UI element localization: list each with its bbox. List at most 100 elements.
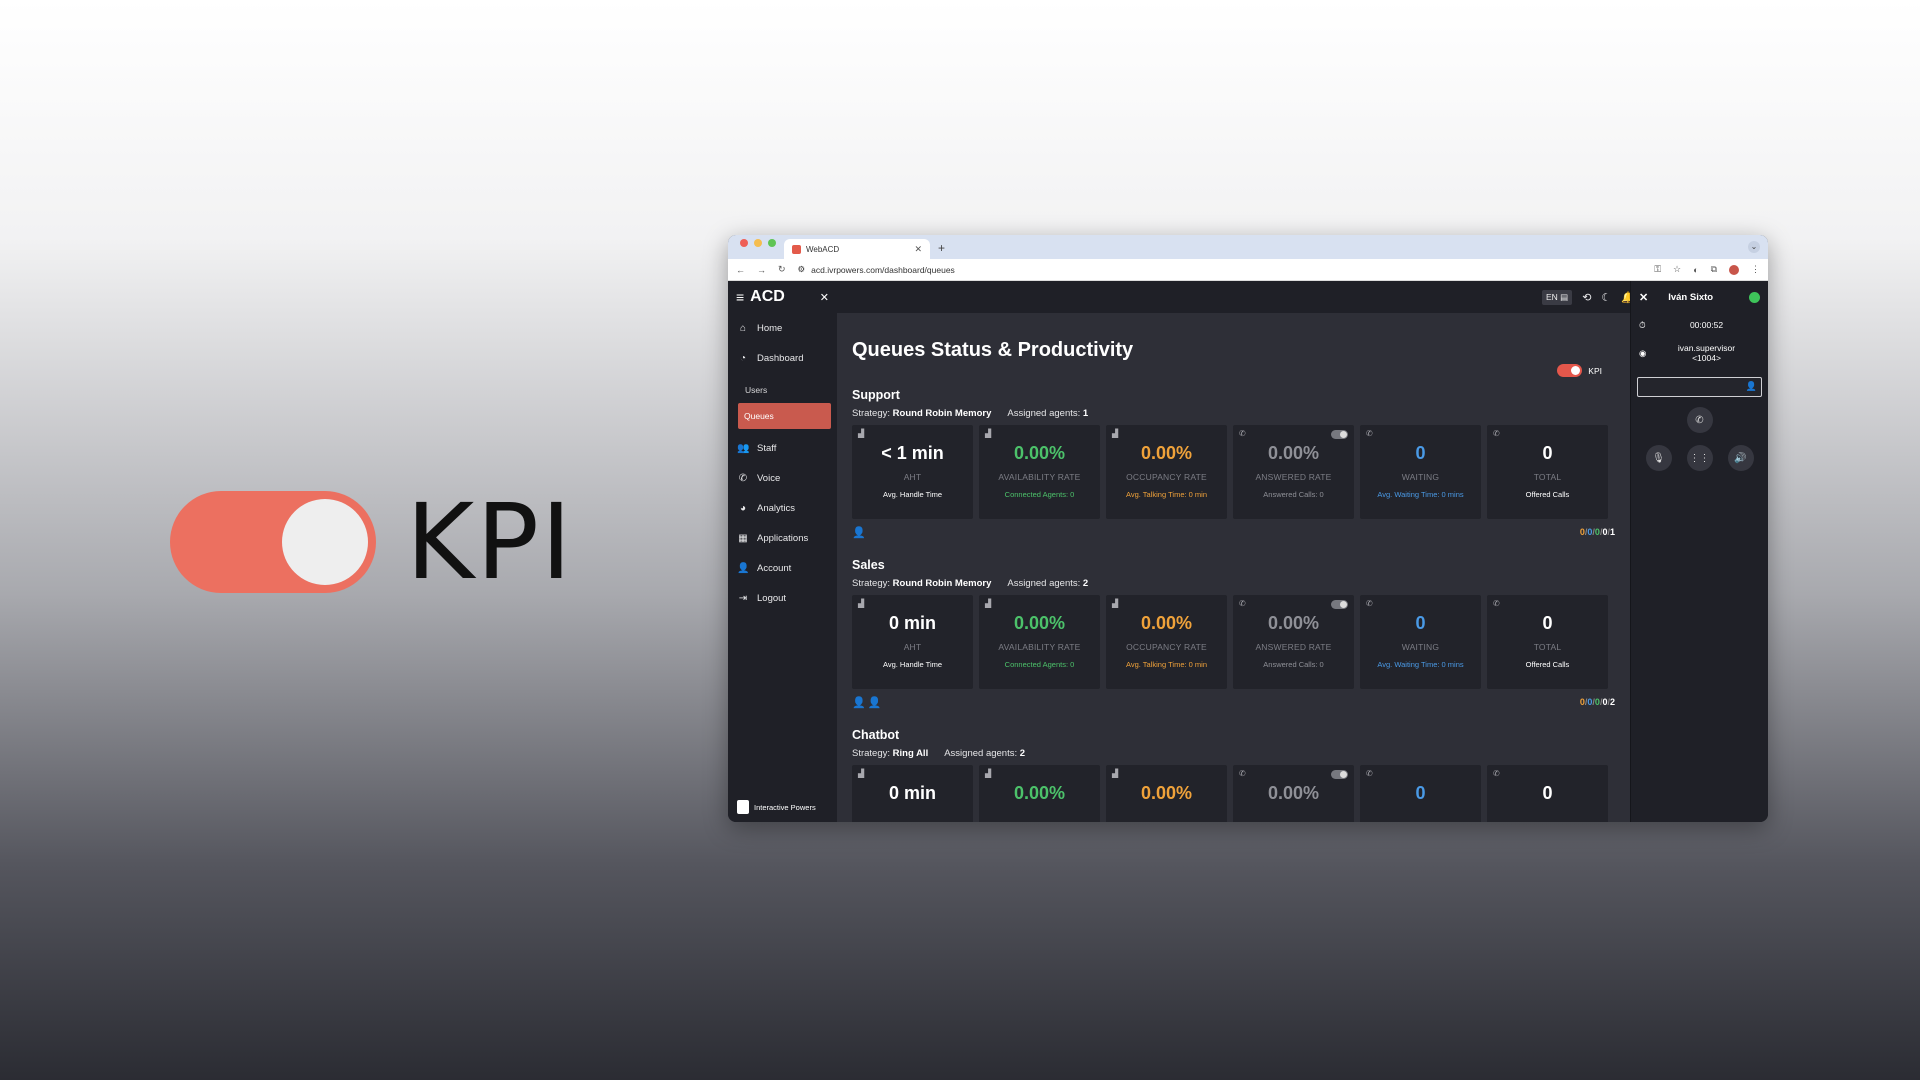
- close-window-button[interactable]: [740, 239, 748, 247]
- key-icon[interactable]: ⚿: [1654, 264, 1661, 275]
- agent-icon[interactable]: 👤: [852, 696, 866, 709]
- kpi-card-occupancy[interactable]: ▟ 0.00%: [1106, 765, 1227, 822]
- sidebar-item-account[interactable]: 👤 Account: [728, 553, 837, 583]
- kpi-label: AHT: [903, 642, 922, 652]
- keypad-icon[interactable]: ⋮⋮: [1686, 445, 1713, 471]
- profile-avatar[interactable]: [1729, 264, 1739, 275]
- queue-name: Support: [852, 388, 900, 402]
- promo-toggle-knob: [282, 499, 368, 585]
- extension-icon[interactable]: ◐: [1693, 265, 1698, 275]
- phone-icon: ✆: [1239, 599, 1246, 608]
- kpi-card-aht[interactable]: ▟ < 1 min AHT Avg. Handle Time: [852, 425, 973, 519]
- card-toggle-switch[interactable]: [1331, 770, 1348, 779]
- site-settings-icon[interactable]: ⚙: [798, 264, 806, 275]
- agent-icon[interactable]: 👤: [868, 696, 882, 709]
- kpi-cards: ▟ 0 min ▟ 0.00% ▟ 0.00% ✆ 0.00% ✆ 0 ✆ 0: [852, 765, 1615, 822]
- call-timer: ⏱ 00:00:52: [1631, 313, 1768, 337]
- sidebar-item-label: Staff: [757, 442, 777, 454]
- kpi-label: ANSWERED RATE: [1255, 642, 1332, 652]
- kpi-card-availability[interactable]: ▟ 0.00% AVAILABILITY RATE Connected Agen…: [979, 425, 1100, 519]
- kpi-card-aht[interactable]: ▟ 0 min AHT Avg. Handle Time: [852, 595, 973, 689]
- contact-icon[interactable]: 👤: [1746, 381, 1757, 392]
- dashboard-icon: ◔: [739, 352, 747, 364]
- sidebar: ≡ ACD ✕ ⌂ Home ◔ Dashboard Users Queues …: [728, 281, 837, 822]
- close-panel-icon[interactable]: ✕: [1639, 291, 1648, 304]
- kpi-card-total[interactable]: ✆ 0 TOTAL Offered Calls: [1487, 595, 1608, 689]
- browser-window: WebACD ✕ + ⌄ ← → ↻ ⚙ acd.ivrpowers.com/d…: [728, 235, 1768, 822]
- history-icon[interactable]: ⟲: [1582, 291, 1591, 304]
- kpi-card-availability[interactable]: ▟ 0.00% AVAILABILITY RATE Connected Agen…: [979, 595, 1100, 689]
- reload-icon[interactable]: ↻: [778, 264, 786, 275]
- kpi-card-waiting[interactable]: ✆ 0 WAITING Avg. Waiting Time: 0 mins: [1360, 425, 1481, 519]
- kpi-toggle-switch[interactable]: [1557, 364, 1583, 377]
- bookmark-star-icon[interactable]: ☆: [1673, 264, 1681, 275]
- agent-counts: 0/0/0/0/2: [1579, 697, 1615, 707]
- queue-name: Chatbot: [852, 728, 900, 742]
- kpi-label: WAITING: [1401, 642, 1440, 652]
- kpi-card-waiting[interactable]: ✆ 0 WAITING Avg. Waiting Time: 0 mins: [1360, 595, 1481, 689]
- sidebar-item-home[interactable]: ⌂ Home: [728, 313, 837, 343]
- kpi-card-occupancy[interactable]: ▟ 0.00% OCCUPANCY RATE Avg. Talking Time…: [1106, 595, 1227, 689]
- card-toggle-switch[interactable]: [1331, 430, 1348, 439]
- kpi-card-total[interactable]: ✆ 0: [1487, 765, 1608, 822]
- tab-search-icon[interactable]: ⌄: [1748, 241, 1760, 253]
- sidebar-item-applications[interactable]: ▦ Applications: [728, 523, 837, 553]
- kpi-value: 0.00%: [1013, 783, 1066, 803]
- phone-icon: ✆: [1239, 769, 1246, 778]
- call-button[interactable]: ✆: [1686, 407, 1713, 433]
- chart-icon: ▟: [985, 599, 992, 608]
- sidebar-item-users[interactable]: Users: [728, 377, 837, 403]
- account-info: ◉ ivan.supervisor <1004>: [1631, 337, 1768, 369]
- menu-icon[interactable]: ≡: [736, 289, 744, 305]
- kpi-card-answered[interactable]: ✆ 0.00% ANSWERED RATE Answered Calls: 0: [1233, 425, 1354, 519]
- browser-tab[interactable]: WebACD ✕: [784, 239, 930, 259]
- browser-menu-icon[interactable]: ⋮: [1751, 264, 1760, 275]
- sidebar-item-logout[interactable]: ⇥ Logout: [728, 583, 837, 613]
- strategy-value: Round Robin Memory: [892, 578, 992, 589]
- address-bar: ← → ↻ ⚙ acd.ivrpowers.com/dashboard/queu…: [728, 259, 1768, 281]
- close-sidebar-icon[interactable]: ✕: [820, 291, 829, 304]
- kpi-card-occupancy[interactable]: ▟ 0.00% OCCUPANCY RATE Avg. Talking Time…: [1106, 425, 1227, 519]
- url-field[interactable]: ⚙ acd.ivrpowers.com/dashboard/queues: [798, 264, 955, 275]
- kpi-card-waiting[interactable]: ✆ 0: [1360, 765, 1481, 822]
- chart-icon: ▟: [1112, 769, 1119, 778]
- kpi-value: 0: [1415, 613, 1426, 633]
- forward-icon[interactable]: →: [757, 265, 766, 275]
- assigned-label: Assigned agents:: [1007, 578, 1081, 589]
- back-icon[interactable]: ←: [736, 265, 745, 275]
- kpi-card-answered[interactable]: ✆ 0.00%: [1233, 765, 1354, 822]
- kpi-value: < 1 min: [881, 443, 944, 463]
- maximize-window-button[interactable]: [768, 239, 776, 247]
- sidebar-item-dashboard[interactable]: ◔ Dashboard: [728, 343, 837, 373]
- mic-icon[interactable]: 🎙: [1645, 445, 1672, 471]
- card-toggle-switch[interactable]: [1331, 600, 1348, 609]
- agent-icon[interactable]: 👤: [852, 526, 866, 539]
- moon-icon[interactable]: ☾: [1601, 291, 1611, 304]
- tab-bar: WebACD ✕ + ⌄: [728, 235, 1768, 259]
- account-name: ivan.supervisor: [1677, 343, 1736, 353]
- sidebar-item-queues[interactable]: Queues: [738, 403, 831, 429]
- dial-input[interactable]: 👤: [1637, 377, 1762, 397]
- speaker-icon[interactable]: 🔊: [1727, 445, 1754, 471]
- kpi-card-answered[interactable]: ✆ 0.00% ANSWERED RATE Answered Calls: 0: [1233, 595, 1354, 689]
- online-status-indicator[interactable]: [1749, 291, 1760, 303]
- main-content: Queues Status & Productivity KPI Support…: [837, 313, 1630, 822]
- kpi-cards: ▟ < 1 min AHT Avg. Handle Time ▟ 0.00% A…: [852, 425, 1615, 519]
- kpi-sub: Avg. Talking Time: 0 min: [1125, 660, 1207, 669]
- kpi-card-aht[interactable]: ▟ 0 min: [852, 765, 973, 822]
- puzzle-icon[interactable]: ⧉: [1711, 264, 1717, 275]
- sidebar-item-voice[interactable]: ✆ Voice: [728, 463, 837, 493]
- language-selector[interactable]: EN ▤: [1541, 289, 1573, 305]
- kpi-toggle[interactable]: KPI: [1557, 364, 1602, 377]
- minimize-window-button[interactable]: [754, 239, 762, 247]
- sidebar-item-label: Dashboard: [757, 352, 804, 364]
- sidebar-item-staff[interactable]: 👥 Staff: [728, 433, 837, 463]
- new-tab-button[interactable]: +: [930, 241, 953, 259]
- tab-title: WebACD: [806, 244, 840, 254]
- close-tab-icon[interactable]: ✕: [914, 244, 922, 255]
- kpi-card-availability[interactable]: ▟ 0.00%: [979, 765, 1100, 822]
- kpi-label: AVAILABILITY RATE: [998, 642, 1081, 652]
- kpi-sub: Avg. Handle Time: [882, 490, 943, 499]
- kpi-card-total[interactable]: ✆ 0 TOTAL Offered Calls: [1487, 425, 1608, 519]
- sidebar-item-analytics[interactable]: ◕ Analytics: [728, 493, 837, 523]
